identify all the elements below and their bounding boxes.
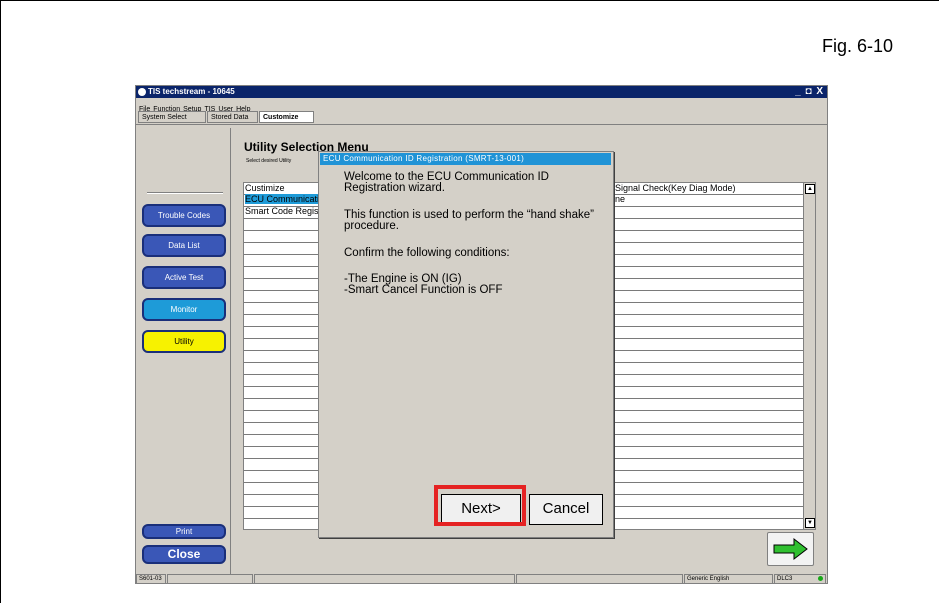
connection-led-icon xyxy=(818,576,823,581)
close-button[interactable]: Close xyxy=(142,545,226,564)
next-button-highlight xyxy=(434,485,526,526)
data-list-button[interactable]: Data List xyxy=(142,234,226,257)
dialog-title: ECU Communication ID Registration (SMRT-… xyxy=(320,153,611,165)
status-code: S601-03 xyxy=(136,574,166,584)
right-arrow-icon xyxy=(773,537,808,561)
tab-customize[interactable]: Customize xyxy=(259,111,314,123)
active-test-button[interactable]: Active Test xyxy=(142,266,226,289)
status-language: Generic English xyxy=(684,574,773,584)
list-item-selected[interactable]: ECU Communication ID Registration xyxy=(245,194,325,204)
cancel-button[interactable]: Cancel xyxy=(529,494,603,525)
scroll-down-icon[interactable]: ▼ xyxy=(805,518,815,528)
tab-bar: System Select Stored Data Customize xyxy=(136,110,827,125)
list-item[interactable]: Signal Check(Key Diag Mode) xyxy=(615,183,736,193)
print-button[interactable]: Print xyxy=(142,524,226,539)
status-bar: S601-03 Generic English DLC3 xyxy=(136,574,827,584)
list-item[interactable]: ne xyxy=(615,194,625,204)
dialog-condition-smart-cancel: -Smart Cancel Function is OFF xyxy=(344,284,503,296)
tab-stored-data[interactable]: Stored Data xyxy=(207,111,258,123)
status-cell xyxy=(254,574,515,584)
tab-system-select[interactable]: System Select xyxy=(138,111,206,123)
trouble-codes-button[interactable]: Trouble Codes xyxy=(142,204,226,227)
dialog-function-text: This function is used to perform the “ha… xyxy=(344,209,594,232)
ecu-registration-dialog: ECU Communication ID Registration (SMRT-… xyxy=(318,151,614,538)
app-icon xyxy=(138,88,146,96)
figure-label: Fig. 6-10 xyxy=(822,36,894,56)
utility-subtitle: Select desired Utility xyxy=(246,158,292,164)
window-controls[interactable]: _ ◘ X xyxy=(795,86,824,98)
utility-button[interactable]: Utility xyxy=(142,330,226,353)
status-cell xyxy=(516,574,683,584)
sidebar: Trouble Codes Data List Active Test Moni… xyxy=(139,128,231,574)
scroll-up-icon[interactable]: ▲ xyxy=(805,184,815,194)
title-bar: TIS techstream - 10645 _ ◘ X xyxy=(136,86,827,98)
status-cell xyxy=(167,574,253,584)
dialog-welcome-text: Welcome to the ECU Communication ID Regi… xyxy=(344,171,549,194)
list-scrollbar[interactable]: ▲ ▼ xyxy=(803,183,815,529)
menu-bar: File Function Setup TIS User Help xyxy=(136,98,827,113)
list-item[interactable]: Custimize xyxy=(245,183,285,193)
monitor-button[interactable]: Monitor xyxy=(142,298,226,321)
dialog-confirm-text: Confirm the following conditions: xyxy=(344,247,510,259)
next-arrow-button[interactable] xyxy=(767,532,814,566)
window-title: TIS techstream - 10645 xyxy=(148,87,235,96)
sidebar-divider xyxy=(147,192,223,194)
